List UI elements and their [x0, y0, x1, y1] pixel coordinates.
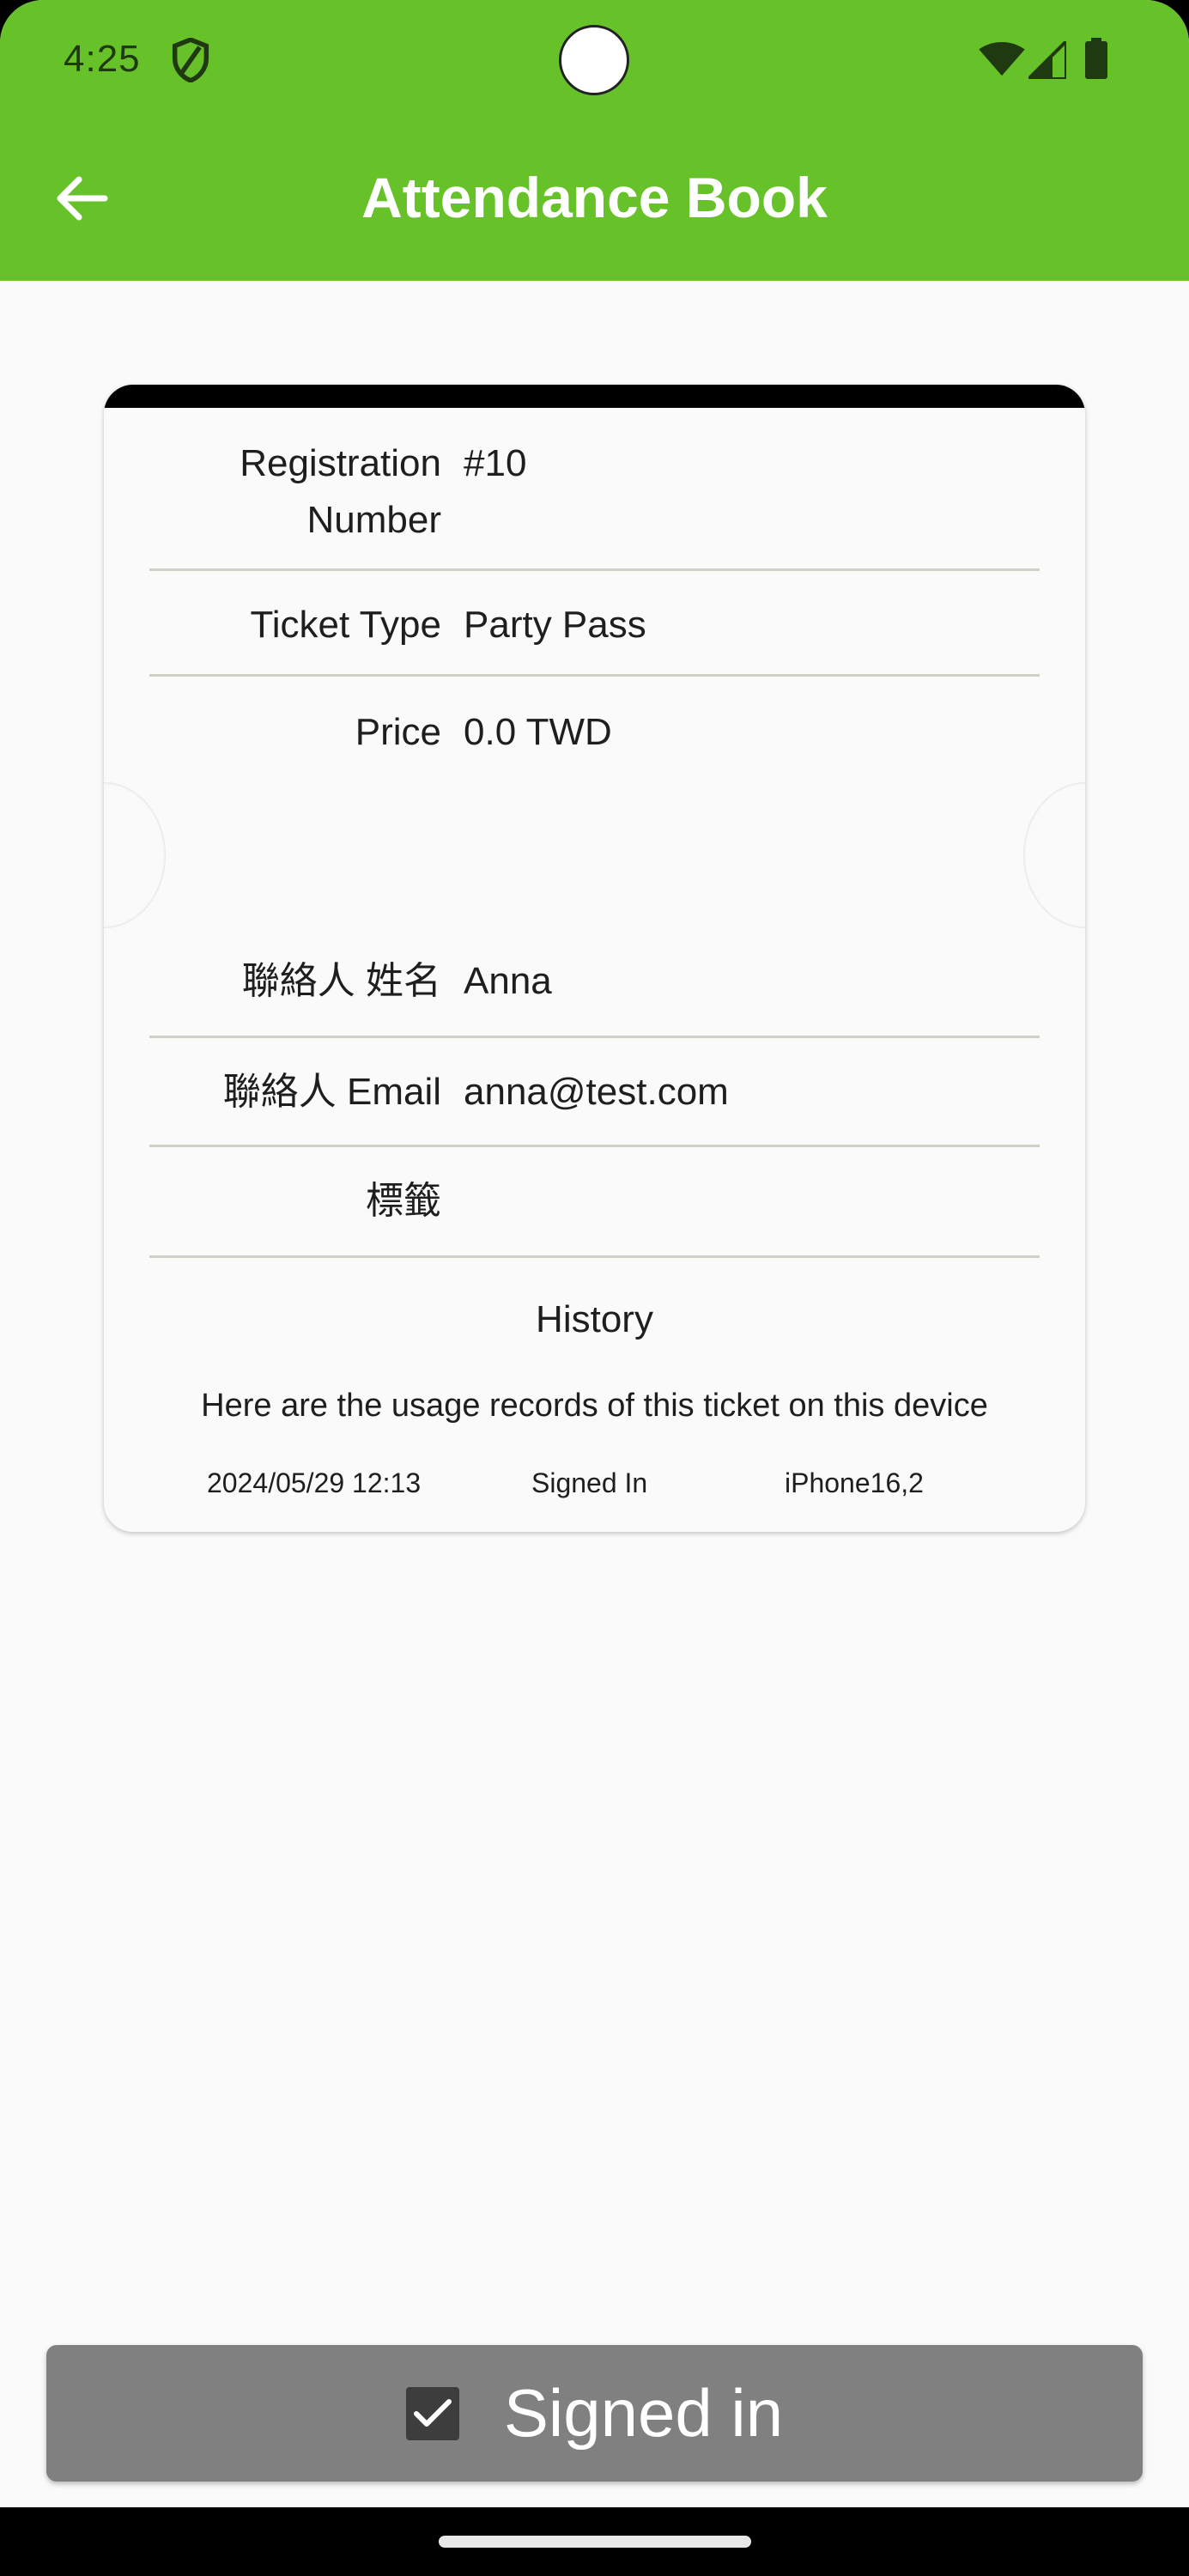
field-contact-email: 聯絡人 Email anna@test.com	[149, 1064, 1040, 1147]
field-value: anna@test.com	[464, 1071, 729, 1113]
field-label: 標籤	[366, 1180, 441, 1222]
home-gesture-handle[interactable]	[439, 2536, 751, 2548]
field-label: Ticket Type	[250, 604, 441, 646]
field-value: Anna	[464, 960, 552, 1002]
status-time: 4:25	[64, 38, 141, 80]
ticket-top-band	[104, 385, 1085, 408]
history-record-action: Signed In	[531, 1467, 648, 1498]
field-ticket-type: Ticket Type Party Pass	[149, 597, 1040, 677]
ticket-notch-right	[1023, 782, 1085, 928]
field-value: 0.0 TWD	[464, 711, 612, 753]
wifi-icon	[979, 41, 1025, 76]
signed-in-button[interactable]: Signed in	[46, 2345, 1143, 2482]
field-tags: 標籤	[149, 1173, 1040, 1258]
field-value: #10	[464, 442, 527, 484]
history-title: History	[536, 1298, 653, 1340]
battery-icon	[1085, 38, 1107, 79]
ticket-notch-left	[104, 782, 166, 928]
app-header: 4:25 Attendance Book	[0, 0, 1189, 281]
history-description: Here are the usage records of this ticke…	[201, 1388, 988, 1424]
signed-in-label: Signed in	[503, 2375, 784, 2451]
history-record-time: 2024/05/29 12:13	[207, 1467, 422, 1498]
field-price: Price 0.0 TWD	[149, 704, 1040, 773]
checkbox-checked-icon	[405, 2386, 459, 2440]
field-value: Party Pass	[464, 604, 646, 646]
field-label-line2: Number	[306, 499, 442, 541]
front-camera	[559, 25, 629, 95]
shield-icon	[172, 38, 209, 82]
field-contact-name: 聯絡人 姓名 Anna	[149, 953, 1040, 1038]
ticket-card: Registration Number #10 Ticket Type Part…	[104, 385, 1085, 1532]
field-label: Registration Number	[158, 435, 441, 549]
field-label: 聯絡人 姓名	[241, 960, 441, 1002]
field-label: Price	[355, 711, 441, 753]
history-record-device: iPhone16,2	[785, 1467, 924, 1498]
signal-icon	[1028, 41, 1066, 79]
screen: 4:25 Attendance Book Registration Number…	[0, 0, 1189, 2576]
page-title: Attendance Book	[361, 166, 828, 229]
field-label: 聯絡人 Email	[222, 1071, 441, 1113]
field-registration-number: Registration Number #10	[149, 435, 1040, 571]
field-label-line1: Registration	[240, 442, 441, 484]
